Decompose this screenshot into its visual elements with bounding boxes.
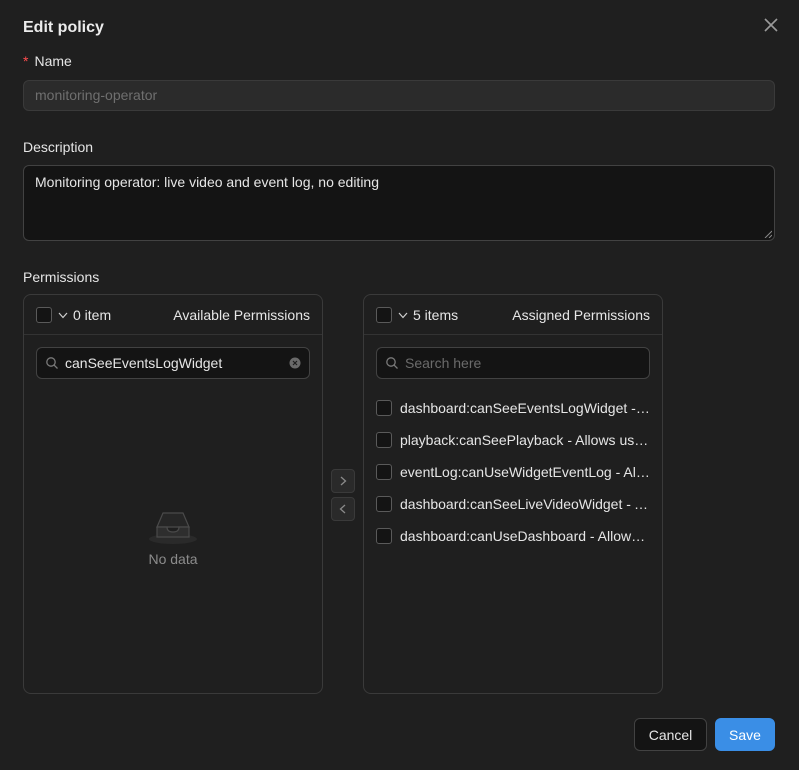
available-select-all-checkbox[interactable] <box>36 306 52 323</box>
close-icon <box>764 18 778 32</box>
item-checkbox[interactable] <box>376 496 392 512</box>
resize-grip-icon[interactable] <box>764 230 772 238</box>
item-checkbox[interactable] <box>376 464 392 480</box>
search-icon <box>386 357 398 369</box>
edit-policy-dialog: Edit policy * Name monitoring-operator De… <box>0 0 799 770</box>
list-item[interactable]: eventLog:canUseWidgetEventLog - Allows u… <box>376 456 656 488</box>
permissions-label: Permissions <box>23 269 100 285</box>
dialog-title: Edit policy <box>23 19 104 36</box>
item-checkbox[interactable] <box>376 400 392 416</box>
assigned-panel-header: 5 items Assigned Permissions <box>364 295 662 335</box>
available-panel-title: Available Permissions <box>173 306 310 323</box>
empty-state: No data <box>24 505 322 567</box>
close-button[interactable] <box>760 14 782 36</box>
available-panel-header: 0 item Available Permissions <box>24 295 322 335</box>
chevron-down-icon[interactable] <box>58 310 68 320</box>
chevron-left-icon <box>339 504 346 514</box>
move-to-right-button[interactable] <box>331 469 355 493</box>
assigned-permissions-list: dashboard:canSeeEventsLogWidget - Allows… <box>376 392 656 552</box>
assigned-select-all-checkbox[interactable] <box>376 306 392 323</box>
list-item[interactable]: dashboard:canSeeEventsLogWidget - Allows… <box>376 392 656 424</box>
assigned-search-input[interactable]: Search here <box>376 347 650 379</box>
cancel-button[interactable]: Cancel <box>634 718 707 751</box>
item-label: playback:canSeePlayback - Allows user to… <box>400 432 650 448</box>
name-label: * Name <box>23 53 72 69</box>
item-checkbox[interactable] <box>376 432 392 448</box>
list-item[interactable]: dashboard:canSeeLiveVideoWidget - Allows… <box>376 488 656 520</box>
item-label: dashboard:canUseDashboard - Allows user … <box>400 528 650 544</box>
description-label: Description <box>23 139 94 155</box>
item-label: dashboard:canSeeEventsLogWidget - Allows… <box>400 400 650 416</box>
assigned-count: 5 items <box>413 306 459 323</box>
save-button[interactable]: Save <box>715 718 775 751</box>
name-label-text: Name <box>34 53 72 69</box>
available-search-value: canSeeEventsLogWidget <box>65 355 223 371</box>
item-label: dashboard:canSeeLiveVideoWidget - Allows… <box>400 496 650 512</box>
name-field[interactable]: monitoring-operator <box>23 80 775 111</box>
list-item[interactable]: playback:canSeePlayback - Allows user to… <box>376 424 656 456</box>
empty-inbox-icon <box>149 512 197 544</box>
assigned-permissions-panel: 5 items Assigned Permissions Search here… <box>363 294 663 694</box>
available-count: 0 item <box>73 306 112 323</box>
required-mark: * <box>23 53 29 69</box>
description-text: Monitoring operator: live video and even… <box>35 174 379 190</box>
chevron-down-icon[interactable] <box>398 310 408 320</box>
assigned-search-placeholder: Search here <box>405 355 482 371</box>
empty-text: No data <box>148 551 198 567</box>
item-label: eventLog:canUseWidgetEventLog - Allows u… <box>400 464 650 480</box>
available-permissions-panel: 0 item Available Permissions canSeeEvent… <box>23 294 323 694</box>
search-icon <box>46 357 58 369</box>
list-item[interactable]: dashboard:canUseDashboard - Allows user … <box>376 520 656 552</box>
move-to-left-button[interactable] <box>331 497 355 521</box>
clear-icon[interactable] <box>289 357 301 369</box>
available-search-input[interactable]: canSeeEventsLogWidget <box>36 347 310 379</box>
description-field[interactable]: Monitoring operator: live video and even… <box>23 165 775 241</box>
item-checkbox[interactable] <box>376 528 392 544</box>
assigned-panel-title: Assigned Permissions <box>512 306 650 323</box>
chevron-right-icon <box>340 476 347 486</box>
